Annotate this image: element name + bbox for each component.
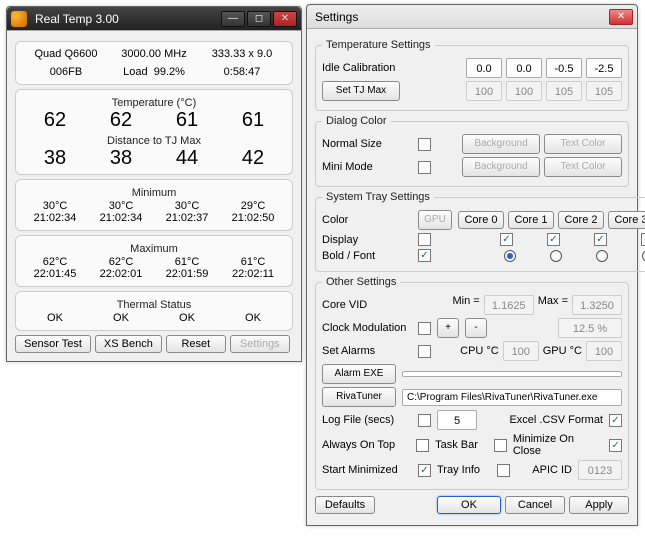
font-core0-radio[interactable] — [504, 250, 516, 262]
normal-size-check[interactable] — [418, 138, 431, 151]
tjmax-3: 105 — [586, 81, 622, 101]
text-normal-button[interactable]: Text Color — [544, 134, 622, 154]
idle-cal-0[interactable]: 0.0 — [466, 58, 502, 78]
maximize-button[interactable]: ◻ — [247, 11, 271, 27]
settings-button[interactable]: Settings — [230, 335, 290, 353]
dialog-color-group: Dialog Color Normal Size Background Text… — [315, 115, 629, 187]
minimize-button[interactable]: — — [221, 11, 245, 27]
core0-color-button[interactable]: Core 0 — [458, 211, 504, 229]
display-core0-check[interactable]: ✓ — [500, 233, 513, 246]
minimize-on-close-check[interactable]: ✓ — [609, 439, 622, 452]
cpu-alarm-field[interactable]: 100 — [503, 341, 539, 361]
bold-font-check[interactable]: ✓ — [418, 249, 431, 262]
idle-cal-3[interactable]: -2.5 — [586, 58, 622, 78]
bg-normal-button[interactable]: Background — [462, 134, 540, 154]
start-minimized-check[interactable]: ✓ — [418, 464, 431, 477]
main-title: Real Temp 3.00 — [31, 12, 221, 26]
clockmod-plus-button[interactable]: + — [437, 318, 459, 338]
temp-panel: Temperature (°C) 62 62 61 61 Distance to… — [15, 89, 293, 175]
core3-temp: 61 — [220, 110, 286, 130]
idle-cal-2[interactable]: -0.5 — [546, 58, 582, 78]
settings-title: Settings — [311, 10, 609, 24]
log-secs-field[interactable]: 5 — [437, 410, 477, 430]
min-panel: Minimum 30°C 30°C 30°C 29°C 21:02:34 21:… — [15, 179, 293, 231]
xs-bench-button[interactable]: XS Bench — [95, 335, 162, 353]
rivatuner-button[interactable]: RivaTuner — [322, 387, 396, 407]
settings-close-button[interactable]: ✕ — [609, 9, 633, 25]
cpu-model: Quad Q6600 — [22, 48, 110, 60]
idle-cal-1[interactable]: 0.0 — [506, 58, 542, 78]
close-button[interactable]: ✕ — [273, 11, 297, 27]
display-core3-check[interactable]: ✓ — [641, 233, 645, 246]
core3-dist: 42 — [220, 148, 286, 168]
display-gpu-check[interactable] — [418, 233, 431, 246]
clockmod-check[interactable] — [418, 322, 431, 335]
app-icon — [11, 11, 27, 27]
gpu-alarm-field[interactable]: 100 — [586, 341, 622, 361]
tjmax-2: 105 — [546, 81, 582, 101]
thermal-panel: Thermal Status OK OK OK OK — [15, 291, 293, 331]
core0-dist: 38 — [22, 148, 88, 168]
main-titlebar[interactable]: Real Temp 3.00 — ◻ ✕ — [7, 7, 301, 31]
clockmod-minus-button[interactable]: - — [465, 318, 487, 338]
cpuid: 006FB — [22, 66, 110, 78]
core3-color-button[interactable]: Core 3 — [608, 211, 645, 229]
settings-titlebar[interactable]: Settings ✕ — [307, 5, 637, 29]
core1-temp: 62 — [88, 110, 154, 130]
clockmod-pct-field: 12.5 % — [558, 318, 622, 338]
taskbar-check[interactable] — [494, 439, 507, 452]
apply-button[interactable]: Apply — [569, 496, 629, 514]
display-core1-check[interactable]: ✓ — [547, 233, 560, 246]
sensor-test-button[interactable]: Sensor Test — [15, 335, 91, 353]
tjmax-0: 100 — [466, 81, 502, 101]
excel-csv-check[interactable]: ✓ — [609, 414, 622, 427]
max-panel: Maximum 62°C 62°C 61°C 61°C 22:01:45 22:… — [15, 235, 293, 287]
bus-mult: 333.33 x 9.0 — [198, 48, 286, 60]
cancel-button[interactable]: Cancel — [505, 496, 565, 514]
gpu-color-button[interactable]: GPU — [418, 210, 452, 230]
bg-mini-button[interactable]: Background — [462, 157, 540, 177]
core1-color-button[interactable]: Core 1 — [508, 211, 554, 229]
log-file-check[interactable] — [418, 414, 431, 427]
mini-mode-check[interactable] — [418, 161, 431, 174]
apic-id-field: 0123 — [578, 460, 622, 480]
ok-button[interactable]: OK — [437, 496, 501, 514]
reset-button[interactable]: Reset — [166, 335, 226, 353]
display-core2-check[interactable]: ✓ — [594, 233, 607, 246]
defaults-button[interactable]: Defaults — [315, 496, 375, 514]
rivatuner-path[interactable]: C:\Program Files\RivaTuner\RivaTuner.exe — [402, 389, 622, 406]
min-vid-field: 1.1625 — [484, 295, 534, 315]
set-alarms-check[interactable] — [418, 345, 431, 358]
max-vid-field: 1.3250 — [572, 295, 622, 315]
core2-dist: 44 — [154, 148, 220, 168]
tray-info-check[interactable] — [497, 464, 510, 477]
font-core1-radio[interactable] — [550, 250, 562, 262]
uptime: 0:58:47 — [198, 66, 286, 78]
font-core2-radio[interactable] — [596, 250, 608, 262]
set-tjmax-button[interactable]: Set TJ Max — [322, 81, 400, 101]
idle-calibration-label: Idle Calibration — [322, 62, 412, 74]
alarm-exe-button[interactable]: Alarm EXE — [322, 364, 396, 384]
core2-color-button[interactable]: Core 2 — [558, 211, 604, 229]
info-panel: Quad Q6600 3000.00 MHz 333.33 x 9.0 006F… — [15, 41, 293, 85]
system-tray-group: System Tray Settings Color GPU Core 0 Co… — [315, 191, 645, 272]
core1-dist: 38 — [88, 148, 154, 168]
core0-temp: 62 — [22, 110, 88, 130]
cpu-clock: 3000.00 MHz — [110, 48, 198, 60]
text-mini-button[interactable]: Text Color — [544, 157, 622, 177]
temperature-settings-group: Temperature Settings Idle Calibration 0.… — [315, 39, 629, 111]
tjmax-1: 100 — [506, 81, 542, 101]
always-on-top-check[interactable] — [416, 439, 429, 452]
other-settings-group: Other Settings Core VID Min = 1.1625 Max… — [315, 276, 629, 490]
alarm-exe-path[interactable] — [402, 371, 622, 377]
core2-temp: 61 — [154, 110, 220, 130]
